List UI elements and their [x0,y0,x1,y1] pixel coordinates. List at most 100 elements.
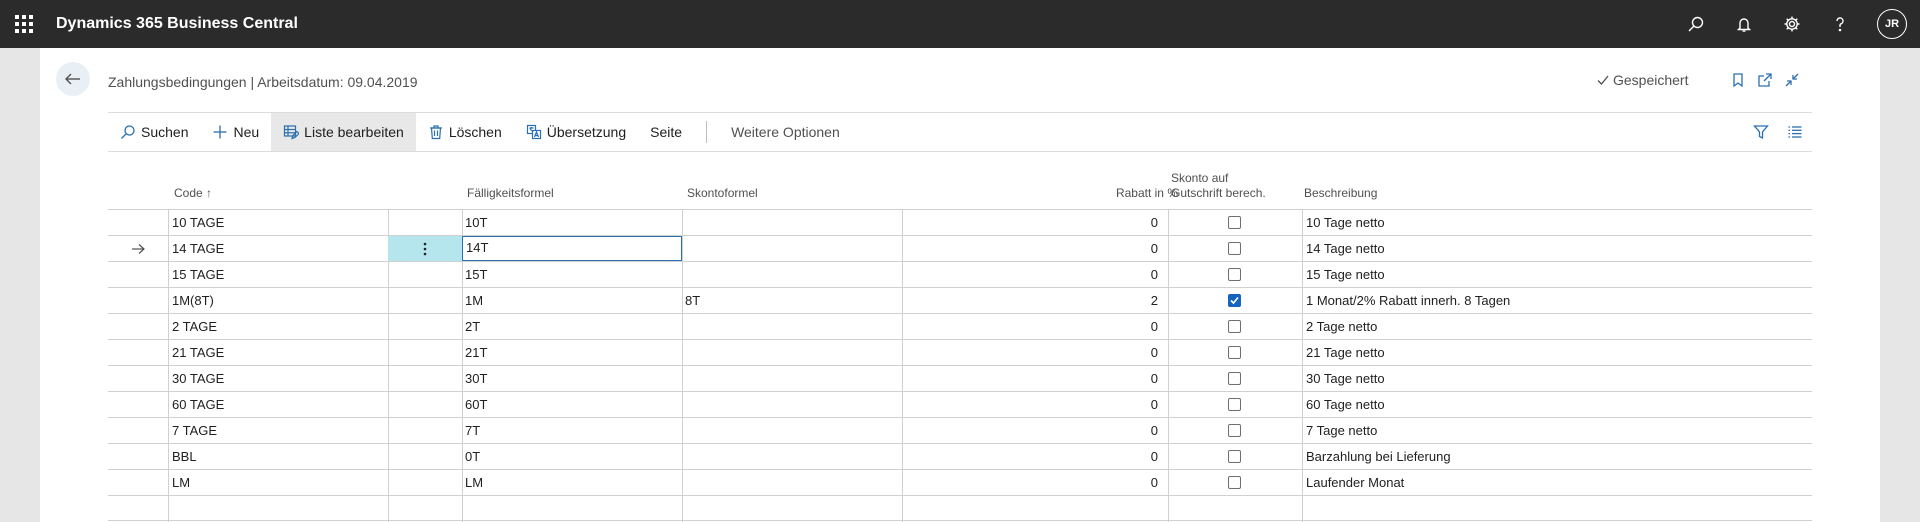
discount-pct-cell[interactable]: 0 [908,314,1158,339]
due-formula-cell[interactable]: 2T [465,314,675,339]
description-cell[interactable] [1306,496,1806,521]
discount-formula-cell[interactable] [685,366,895,391]
code-cell[interactable]: LM [172,470,382,495]
discount-formula-cell[interactable] [685,418,895,443]
page-menu-button[interactable]: Seite [638,113,694,151]
description-cell[interactable]: 21 Tage netto [1306,340,1806,365]
settings-gear-icon[interactable] [1768,0,1816,48]
description-cell[interactable]: 7 Tage netto [1306,418,1806,443]
code-cell[interactable]: 7 TAGE [172,418,382,443]
code-cell[interactable]: 10 TAGE [172,210,382,235]
credit-discount-checkbox[interactable] [1228,242,1241,255]
credit-discount-checkbox[interactable] [1228,346,1241,359]
credit-discount-checkbox[interactable] [1228,268,1241,281]
credit-discount-checkbox[interactable] [1228,424,1241,437]
user-avatar[interactable]: JR [1864,0,1920,48]
description-cell[interactable]: 60 Tage netto [1306,392,1806,417]
column-header-credit-discount[interactable]: Skonto auf Gutschrift berech. [1171,171,1266,201]
discount-pct-cell[interactable]: 0 [908,236,1158,261]
due-formula-cell[interactable] [465,496,675,521]
table-row[interactable]: BBL 0T 0 Barzahlung bei Lieferung [108,443,1812,470]
table-row[interactable]: 2 TAGE 2T 0 2 Tage netto [108,313,1812,340]
due-formula-cell[interactable]: 1M [465,288,675,313]
description-cell[interactable]: 1 Monat/2% Rabatt innerh. 8 Tagen [1306,288,1806,313]
table-row[interactable]: LM LM 0 Laufender Monat [108,469,1812,496]
more-options-button[interactable]: Weitere Optionen [719,113,852,151]
due-formula-cell[interactable]: LM [465,470,675,495]
filter-icon[interactable] [1744,113,1778,151]
discount-formula-cell[interactable]: 8T [685,288,895,313]
description-cell[interactable]: 30 Tage netto [1306,366,1806,391]
open-new-window-icon[interactable] [1753,68,1777,92]
discount-pct-cell[interactable]: 0 [908,470,1158,495]
table-row[interactable]: 60 TAGE 60T 0 60 Tage netto [108,391,1812,418]
table-row[interactable]: 15 TAGE 15T 0 15 Tage netto [108,261,1812,288]
discount-formula-cell[interactable] [685,236,895,261]
discount-pct-cell[interactable]: 0 [908,392,1158,417]
translation-button[interactable]: Übersetzung [514,113,638,151]
description-cell[interactable]: Barzahlung bei Lieferung [1306,444,1806,469]
discount-pct-cell[interactable] [908,496,1158,521]
bookmark-icon[interactable] [1726,68,1750,92]
table-row[interactable]: 14 TAGE 14T 0 14 Tage netto [108,235,1812,262]
discount-pct-cell[interactable]: 0 [908,262,1158,287]
code-cell[interactable]: 15 TAGE [172,262,382,287]
discount-pct-cell[interactable]: 0 [908,340,1158,365]
code-cell[interactable]: 14 TAGE [172,236,382,261]
discount-pct-cell[interactable]: 0 [908,366,1158,391]
credit-discount-checkbox[interactable] [1228,398,1241,411]
code-cell[interactable]: 2 TAGE [172,314,382,339]
due-formula-cell[interactable]: 10T [465,210,675,235]
credit-discount-checkbox[interactable] [1228,450,1241,463]
due-formula-cell[interactable]: 30T [465,366,675,391]
column-header-discount-pct[interactable]: Rabatt in % [1028,186,1178,201]
app-launcher-icon[interactable] [0,0,48,48]
row-actions-menu-icon[interactable] [388,236,462,261]
search-button[interactable]: Suchen [108,113,200,151]
back-arrow-icon[interactable] [56,62,90,96]
discount-pct-cell[interactable]: 0 [908,210,1158,235]
discount-formula-cell[interactable] [685,496,895,521]
discount-pct-cell[interactable]: 0 [908,418,1158,443]
table-row[interactable]: 10 TAGE 10T 0 10 Tage netto [108,209,1812,236]
code-cell[interactable] [172,496,382,521]
credit-discount-checkbox[interactable] [1228,476,1241,489]
description-cell[interactable]: 10 Tage netto [1306,210,1806,235]
credit-discount-checkbox[interactable] [1228,372,1241,385]
table-row[interactable]: 1M(8T) 1M 8T 2 1 Monat/2% Rabatt innerh. 8 T… [108,287,1812,314]
due-formula-input[interactable]: 14T [462,236,682,261]
description-cell[interactable]: 2 Tage netto [1306,314,1806,339]
discount-formula-cell[interactable] [685,314,895,339]
discount-formula-cell[interactable] [685,340,895,365]
code-cell[interactable]: 21 TAGE [172,340,382,365]
code-cell[interactable]: BBL [172,444,382,469]
column-header-due-formula[interactable]: Fälligkeitsformel [467,186,554,201]
description-cell[interactable]: Laufender Monat [1306,470,1806,495]
collapse-icon[interactable] [1780,68,1804,92]
discount-formula-cell[interactable] [685,470,895,495]
due-formula-cell[interactable]: 60T [465,392,675,417]
table-row[interactable]: 30 TAGE 30T 0 30 Tage netto [108,365,1812,392]
edit-list-button[interactable]: Liste bearbeiten [271,113,416,151]
table-row[interactable]: 7 TAGE 7T 0 7 Tage netto [108,417,1812,444]
new-button[interactable]: Neu [200,113,271,151]
credit-discount-checkbox[interactable] [1228,216,1241,229]
column-header-description[interactable]: Beschreibung [1304,186,1377,201]
discount-pct-cell[interactable]: 0 [908,444,1158,469]
code-cell[interactable]: 1M(8T) [172,288,382,313]
code-cell[interactable]: 30 TAGE [172,366,382,391]
delete-button[interactable]: Löschen [416,113,514,151]
credit-discount-checkbox[interactable] [1228,320,1241,333]
discount-formula-cell[interactable] [685,392,895,417]
help-icon[interactable] [1816,0,1864,48]
discount-pct-cell[interactable]: 2 [908,288,1158,313]
notifications-bell-icon[interactable] [1720,0,1768,48]
due-formula-cell[interactable]: 0T [465,444,675,469]
description-cell[interactable]: 14 Tage netto [1306,236,1806,261]
description-cell[interactable]: 15 Tage netto [1306,262,1806,287]
code-cell[interactable]: 60 TAGE [172,392,382,417]
discount-formula-cell[interactable] [685,444,895,469]
discount-formula-cell[interactable] [685,262,895,287]
credit-discount-checkbox[interactable] [1228,294,1241,307]
due-formula-cell[interactable]: 15T [465,262,675,287]
